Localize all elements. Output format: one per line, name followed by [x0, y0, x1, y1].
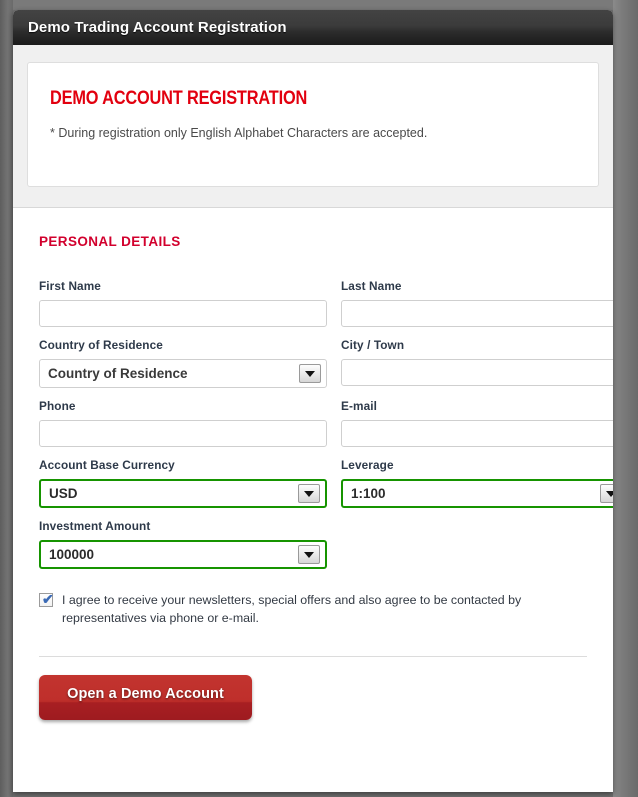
- agreement-checkbox[interactable]: ✔: [39, 591, 54, 607]
- label-last-name: Last Name: [341, 279, 402, 293]
- label-email: E-mail: [341, 399, 378, 413]
- intro-region: DEMO ACCOUNT REGISTRATION * During regis…: [13, 45, 613, 208]
- field-group-phone: Phone: [39, 399, 327, 447]
- last-name-input[interactable]: [341, 300, 613, 327]
- city-town-input[interactable]: [341, 359, 613, 386]
- check-icon: ✔: [42, 591, 54, 607]
- page-backdrop-right: [613, 0, 638, 797]
- window-title: Demo Trading Account Registration: [28, 19, 287, 36]
- intro-note: * During registration only English Alpha…: [50, 126, 428, 140]
- account-base-currency-value: USD: [49, 486, 78, 501]
- label-leverage: Leverage: [341, 458, 394, 472]
- country-of-residence-select[interactable]: Country of Residence: [39, 359, 327, 388]
- label-city-town: City / Town: [341, 338, 405, 352]
- chevron-down-icon[interactable]: [600, 484, 613, 503]
- intro-card: DEMO ACCOUNT REGISTRATION * During regis…: [27, 62, 599, 187]
- field-group-country: Country of Residence Country of Residenc…: [39, 338, 327, 388]
- section-title-personal-details: PERSONAL DETAILS: [39, 234, 181, 249]
- label-country-of-residence: Country of Residence: [39, 338, 163, 352]
- form-row-names: First Name Last Name: [39, 279, 613, 327]
- field-group-currency: Account Base Currency USD: [39, 458, 327, 508]
- registration-window: Demo Trading Account Registration DEMO A…: [13, 10, 613, 792]
- registration-form: PERSONAL DETAILS First Name Last Name Co…: [13, 208, 613, 657]
- field-group-last-name: Last Name: [341, 279, 613, 327]
- investment-amount-select[interactable]: 100000: [39, 540, 327, 569]
- page-backdrop-top: [0, 0, 638, 10]
- account-base-currency-select[interactable]: USD: [39, 479, 327, 508]
- chevron-down-icon[interactable]: [298, 484, 320, 503]
- form-row-currency-leverage: Account Base Currency USD Leverage 1:100: [39, 458, 613, 508]
- country-of-residence-value: Country of Residence: [48, 366, 188, 381]
- agreement-label: I agree to receive your newsletters, spe…: [62, 593, 522, 625]
- label-first-name: First Name: [39, 279, 101, 293]
- field-group-investment-amount: Investment Amount 100000: [39, 519, 327, 569]
- field-group-city: City / Town: [341, 338, 613, 388]
- form-row-phone-email: Phone E-mail: [39, 399, 613, 447]
- leverage-value: 1:100: [351, 486, 386, 501]
- chevron-down-icon[interactable]: [298, 545, 320, 564]
- window-titlebar: Demo Trading Account Registration: [13, 10, 613, 45]
- label-investment-amount: Investment Amount: [39, 519, 151, 533]
- page-root: Demo Trading Account Registration DEMO A…: [0, 0, 638, 797]
- email-input[interactable]: [341, 420, 613, 447]
- label-account-base-currency: Account Base Currency: [39, 458, 175, 472]
- field-group-leverage: Leverage 1:100: [341, 458, 613, 508]
- leverage-select[interactable]: 1:100: [341, 479, 613, 508]
- intro-heading: DEMO ACCOUNT REGISTRATION: [50, 88, 308, 109]
- label-phone: Phone: [39, 399, 76, 413]
- page-backdrop-left: [0, 0, 13, 797]
- open-demo-account-button[interactable]: Open a Demo Account: [39, 675, 252, 720]
- chevron-down-icon[interactable]: [299, 364, 321, 383]
- investment-amount-value: 100000: [49, 547, 95, 562]
- first-name-input[interactable]: [39, 300, 327, 327]
- field-group-first-name: First Name: [39, 279, 327, 327]
- form-row-country-city: Country of Residence Country of Residenc…: [39, 338, 613, 388]
- form-footer: Open a Demo Account: [13, 657, 613, 742]
- phone-input[interactable]: [39, 420, 327, 447]
- form-row-investment: Investment Amount 100000: [39, 519, 587, 569]
- agreement-row: ✔ I agree to receive your newsletters, s…: [39, 591, 587, 627]
- field-group-email: E-mail: [341, 399, 613, 447]
